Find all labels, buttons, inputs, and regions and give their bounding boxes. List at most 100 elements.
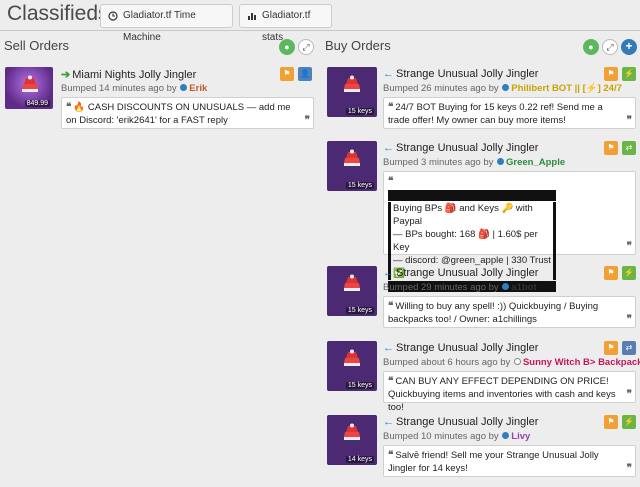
user-link[interactable]: a1bot bbox=[511, 282, 536, 293]
quote-open-icon: ❝ bbox=[388, 102, 394, 113]
bump-info: Bumped 14 minutes ago by Erik bbox=[61, 83, 207, 94]
trade-offer-button[interactable]: ⇄ bbox=[622, 141, 636, 155]
instant-trade-button[interactable]: ⚡ bbox=[622, 415, 636, 429]
bump-text: Bumped 26 minutes ago by bbox=[383, 83, 499, 94]
jolly-jingler-hat-icon bbox=[344, 149, 360, 166]
item-price: 15 keys bbox=[345, 182, 374, 189]
arrow-left-icon: ← bbox=[383, 342, 394, 354]
buy-add-button[interactable]: + bbox=[621, 39, 637, 55]
message-text: 24/7 BOT Buying for 15 keys 0.22 ref! Se… bbox=[388, 102, 603, 126]
quote-close-icon: ❞ bbox=[626, 389, 632, 400]
page-header: Classifieds Gladiator.tf Time Machine Gl… bbox=[0, 0, 640, 43]
item-name-text: Strange Unusual Jolly Jingler bbox=[396, 142, 539, 154]
flag-icon: ⚑ bbox=[607, 268, 615, 277]
report-flag-button[interactable]: ⚑ bbox=[604, 415, 618, 429]
listing-message: ❝ 24/7 BOT Buying for 15 keys 0.22 ref! S… bbox=[383, 97, 636, 129]
user-link[interactable]: Green_Apple bbox=[506, 157, 565, 168]
quote-open-icon: ❝ bbox=[388, 301, 394, 312]
item-name[interactable]: ← Strange Unusual Jolly Jingler bbox=[383, 142, 538, 154]
trade-offer-button[interactable]: ⇄ bbox=[622, 341, 636, 355]
decorative-bar bbox=[388, 190, 556, 201]
message-text: Salvē friend! Sell me your Strange Unusu… bbox=[388, 450, 599, 474]
instant-trade-button[interactable]: ⚡ bbox=[622, 266, 636, 280]
arrow-left-icon: ← bbox=[383, 68, 394, 80]
arrow-left-icon: ← bbox=[383, 416, 394, 428]
quote-close-icon: ❞ bbox=[304, 115, 310, 126]
sell-visibility-button[interactable]: ● bbox=[279, 39, 295, 55]
user-link[interactable]: Livy bbox=[511, 431, 530, 442]
lightning-icon: ⚡ bbox=[624, 69, 634, 78]
item-price: 15 keys bbox=[345, 108, 374, 115]
jolly-jingler-hat-icon bbox=[344, 349, 360, 366]
arrow-left-icon: ← bbox=[383, 142, 394, 154]
flag-icon: ⚑ bbox=[283, 69, 291, 78]
report-flag-button[interactable]: ⚑ bbox=[604, 141, 618, 155]
item-name-text: Miami Nights Jolly Jingler bbox=[72, 69, 197, 81]
quote-open-icon: ❝ bbox=[66, 102, 72, 113]
time-machine-button[interactable]: Gladiator.tf Time Machine bbox=[100, 4, 233, 43]
jolly-jingler-hat-icon bbox=[22, 75, 38, 92]
bump-text: Bumped 29 minutes ago by bbox=[383, 282, 499, 293]
status-dot bbox=[502, 283, 510, 290]
item-thumbnail[interactable]: 15 keys bbox=[327, 341, 377, 391]
item-thumbnail[interactable]: 14 keys bbox=[327, 415, 377, 465]
report-flag-button[interactable]: ⚑ bbox=[604, 67, 618, 81]
message-line: — BPs bought: 168 🎒 | 1.60$ per Key bbox=[393, 229, 538, 253]
item-thumbnail[interactable]: 15 keys bbox=[327, 266, 377, 316]
lightning-icon: ⚡ bbox=[624, 268, 634, 277]
exchange-icon: ⇄ bbox=[625, 343, 633, 352]
item-thumbnail[interactable]: 849.99 bbox=[5, 67, 53, 109]
report-flag-button[interactable]: ⚑ bbox=[280, 67, 294, 81]
bump-info: Bumped about 6 hours ago by Sunny Witch … bbox=[383, 357, 640, 368]
instant-trade-button[interactable]: ⚡ bbox=[622, 67, 636, 81]
listing-message: ❝ Willing to buy any spell! :)) Quickbuyi… bbox=[383, 296, 636, 328]
status-dot bbox=[497, 158, 505, 165]
status-dot bbox=[180, 84, 188, 91]
item-thumbnail[interactable]: 15 keys bbox=[327, 141, 377, 191]
quote-close-icon: ❞ bbox=[626, 314, 632, 325]
sell-expand-button[interactable]: ⤢ bbox=[298, 39, 314, 55]
report-flag-button[interactable]: ⚑ bbox=[604, 266, 618, 280]
item-name[interactable]: ← Strange Unusual Jolly Jingler bbox=[383, 267, 538, 279]
buy-visibility-button[interactable]: ● bbox=[583, 39, 599, 55]
item-name[interactable]: ← Strange Unusual Jolly Jingler bbox=[383, 416, 538, 428]
quote-close-icon: ❞ bbox=[626, 241, 632, 252]
message-line: Buying BPs 🎒 and Keys 🔑 with Paypal bbox=[393, 203, 533, 227]
quote-close-icon: ❞ bbox=[626, 463, 632, 474]
sell-orders-title: Sell Orders bbox=[4, 38, 70, 53]
listing-message: ❝ 🔥 CASH DISCOUNTS ON UNUSUALS — add me o… bbox=[61, 97, 314, 129]
bump-info: Bumped 10 minutes ago by Livy bbox=[383, 431, 530, 442]
user-link[interactable]: Sunny Witch B> Backpacks! bbox=[523, 357, 640, 368]
message-text: CAN BUY ANY EFFECT DEPENDING ON PRICE! Q… bbox=[388, 376, 616, 413]
listing-message: ❝ CAN BUY ANY EFFECT DEPENDING ON PRICE! … bbox=[383, 371, 636, 413]
time-machine-label: Gladiator.tf Time Machine bbox=[123, 10, 196, 43]
listing-message: ❝ Buying BPs 🎒 and Keys 🔑 with Paypal — … bbox=[383, 171, 636, 292]
flag-icon: ⚑ bbox=[607, 143, 615, 152]
report-flag-button[interactable]: ⚑ bbox=[604, 341, 618, 355]
stats-button[interactable]: Gladiator.tf stats bbox=[239, 4, 332, 43]
bump-info: Bumped 3 minutes ago by Green_Apple bbox=[383, 157, 565, 168]
add-friend-button[interactable]: 👤 bbox=[298, 67, 312, 81]
expand-icon: ⤢ bbox=[606, 42, 614, 52]
bump-text: Bumped 3 minutes ago by bbox=[383, 157, 494, 168]
item-name[interactable]: ← Strange Unusual Jolly Jingler bbox=[383, 68, 538, 80]
listing-message: ❝ Salvē friend! Sell me your Strange Unus… bbox=[383, 445, 636, 477]
item-name-text: Strange Unusual Jolly Jingler bbox=[396, 267, 539, 279]
eye-icon: ● bbox=[588, 42, 594, 52]
buy-orders-title: Buy Orders bbox=[325, 38, 391, 53]
item-name-text: Strange Unusual Jolly Jingler bbox=[396, 416, 539, 428]
user-link[interactable]: Philibert BOT || [⚡] 24/7 bbox=[511, 83, 622, 94]
item-thumbnail[interactable]: 15 keys bbox=[327, 67, 377, 117]
item-name[interactable]: ➔ Miami Nights Jolly Jingler bbox=[61, 68, 196, 81]
clock-icon bbox=[108, 11, 118, 21]
buy-expand-button[interactable]: ⤢ bbox=[602, 39, 618, 55]
quote-open-icon: ❝ bbox=[388, 376, 394, 387]
flag-icon: ⚑ bbox=[607, 69, 615, 78]
item-name[interactable]: ← Strange Unusual Jolly Jingler bbox=[383, 342, 538, 354]
user-link[interactable]: Erik bbox=[189, 83, 207, 94]
bump-info: Bumped 29 minutes ago by a1bot bbox=[383, 282, 537, 293]
user-plus-icon: 👤 bbox=[300, 69, 310, 78]
arrow-left-icon: ← bbox=[383, 267, 394, 279]
bar-chart-icon bbox=[248, 13, 256, 20]
status-dot bbox=[502, 432, 510, 439]
